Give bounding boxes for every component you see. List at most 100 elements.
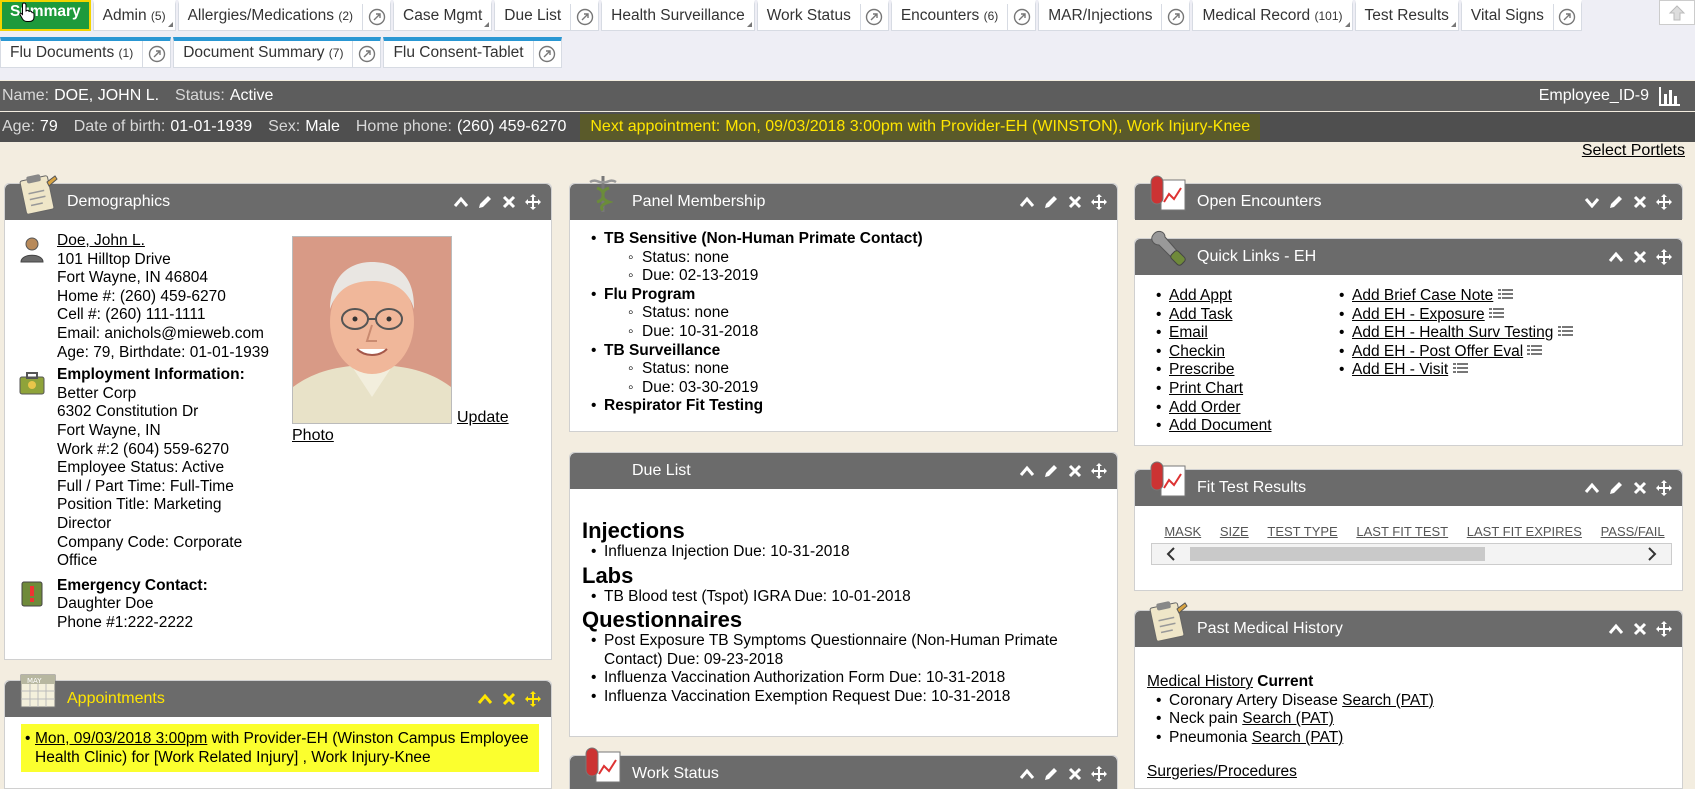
collapse-up-icon[interactable] [1017,764,1037,784]
list-icon[interactable] [1497,288,1513,300]
horizontal-scrollbar[interactable] [1151,543,1672,565]
quick-link[interactable]: Add Task [1169,306,1232,323]
collapse-up-icon[interactable] [451,192,471,212]
search-pat-link[interactable]: Search (PAT) [1242,710,1334,727]
close-icon[interactable] [1065,461,1085,481]
patient-name-link[interactable]: Doe, John L. [57,232,145,249]
update-photo-text[interactable]: Photo [292,427,334,444]
popout-icon[interactable] [532,41,561,67]
popout-icon[interactable] [352,41,380,67]
column-header[interactable]: SIZE [1220,524,1249,539]
search-pat-link[interactable]: Search (PAT) [1252,729,1344,746]
popout-icon[interactable] [1552,4,1581,30]
quick-link[interactable]: Print Chart [1169,380,1243,397]
close-icon[interactable] [1630,192,1650,212]
tab-summary[interactable]: Summary [0,0,91,31]
column-header[interactable]: MASK [1164,524,1201,539]
list-icon[interactable] [1489,307,1504,319]
collapse-up-icon[interactable] [1017,461,1037,481]
expand-down-icon[interactable] [1582,192,1602,212]
quick-link[interactable]: Add EH - Exposure [1352,306,1485,323]
tab-vital-signs[interactable]: Vital Signs [1460,0,1582,31]
scroll-left-icon[interactable] [1160,544,1182,564]
tab-allergies[interactable]: Allergies/Medications (2) [177,0,392,31]
move-icon[interactable] [1654,478,1674,498]
move-icon[interactable] [523,689,543,709]
collapse-up-icon[interactable] [1606,619,1626,639]
edit-pencil-icon[interactable] [1041,764,1061,784]
tab-health-surveillance[interactable]: Health Surveillance [601,0,755,31]
popout-icon[interactable] [142,41,170,67]
select-portlets-link[interactable]: Select Portlets [1582,142,1685,160]
popout-icon[interactable] [1007,4,1035,30]
close-icon[interactable] [1630,247,1650,267]
close-icon[interactable] [1065,764,1085,784]
tab-document-summary[interactable]: Document Summary (7) [173,37,382,68]
close-icon[interactable] [499,192,519,212]
move-icon[interactable] [523,192,543,212]
scroll-up-button[interactable] [1659,0,1695,25]
tab-summary-label[interactable]: Summary [0,0,91,31]
surgeries-link[interactable]: Surgeries/Procedures [1147,763,1297,780]
list-icon[interactable] [1452,362,1468,374]
bar-chart-icon[interactable] [1659,86,1681,106]
quick-link[interactable]: Email [1169,324,1208,341]
collapse-up-icon[interactable] [1582,478,1602,498]
column-header[interactable]: LAST FIT TEST [1356,524,1448,539]
quick-link[interactable]: Add Appt [1169,287,1232,304]
edit-pencil-icon[interactable] [475,192,495,212]
collapse-up-icon[interactable] [1017,192,1037,212]
tab-due-list[interactable]: Due List [494,0,600,31]
quick-link[interactable]: Add Brief Case Note [1352,287,1493,304]
close-icon[interactable] [1630,478,1650,498]
update-photo-link[interactable]: Update Photo [292,409,512,445]
tab-flu-consent-tablet[interactable]: Flu Consent-Tablet [383,37,562,68]
quick-link[interactable]: Add EH - Health Surv Testing [1352,324,1553,341]
move-icon[interactable] [1654,247,1674,267]
move-icon[interactable] [1654,619,1674,639]
collapse-up-icon[interactable] [1606,247,1626,267]
move-icon[interactable] [1089,764,1109,784]
search-pat-link[interactable]: Search (PAT) [1342,692,1434,709]
update-photo-text[interactable]: Update [457,409,509,426]
quick-link[interactable]: Add Document [1169,417,1272,434]
tab-flu-documents[interactable]: Flu Documents (1) [0,37,172,68]
move-icon[interactable] [1654,192,1674,212]
edit-pencil-icon[interactable] [1606,192,1626,212]
popout-icon[interactable] [859,4,888,30]
scroll-thumb[interactable] [1190,547,1485,561]
popout-icon[interactable] [1161,4,1189,30]
close-icon[interactable] [499,689,519,709]
patient-photo[interactable] [292,236,452,424]
tab-test-results[interactable]: Test Results [1354,0,1459,31]
quick-link[interactable]: Prescribe [1169,361,1234,378]
edit-pencil-icon[interactable] [1606,478,1626,498]
list-icon[interactable] [1557,325,1573,337]
medical-history-link[interactable]: Medical History [1147,673,1253,690]
move-icon[interactable] [1089,461,1109,481]
tab-work-status[interactable]: Work Status [756,0,889,31]
edit-pencil-icon[interactable] [1041,461,1061,481]
close-icon[interactable] [1630,619,1650,639]
quick-link[interactable]: Add Order [1169,399,1241,416]
popout-icon[interactable] [362,4,390,30]
tab-admin[interactable]: Admin (5) [92,0,176,31]
column-header[interactable]: TEST TYPE [1267,524,1337,539]
column-header[interactable]: LAST FIT EXPIRES [1467,524,1582,539]
tab-encounters[interactable]: Encounters (6) [890,0,1037,31]
close-icon[interactable] [1065,192,1085,212]
quick-link[interactable]: Add EH - Post Offer Eval [1352,343,1523,360]
list-icon[interactable] [1527,344,1543,356]
move-icon[interactable] [1089,192,1109,212]
popout-icon[interactable] [570,4,598,30]
tab-mar-injections[interactable]: MAR/Injections [1038,0,1191,31]
collapse-up-icon[interactable] [475,689,495,709]
quick-link[interactable]: Checkin [1169,343,1225,360]
appointment-link[interactable]: Mon, 09/03/2018 3:00pm [35,730,207,747]
edit-pencil-icon[interactable] [1041,192,1061,212]
quick-link[interactable]: Add EH - Visit [1352,361,1448,378]
scroll-right-icon[interactable] [1641,544,1663,564]
tab-case-mgmt[interactable]: Case Mgmt [393,0,493,31]
tab-medical-record[interactable]: Medical Record (101) [1192,0,1353,31]
column-header[interactable]: PASS/FAIL [1601,524,1665,539]
